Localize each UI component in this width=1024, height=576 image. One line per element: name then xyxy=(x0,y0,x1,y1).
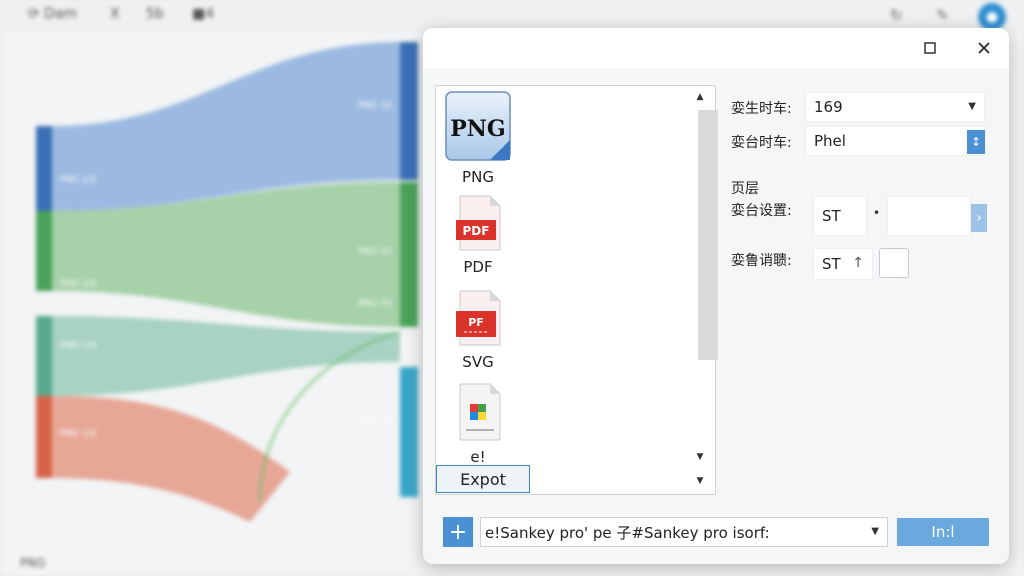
add-button[interactable]: + xyxy=(443,517,473,547)
separator-dot: • xyxy=(873,206,881,220)
pdf-file-icon: PDF xyxy=(456,195,501,251)
scrollbar-thumb[interactable] xyxy=(698,110,718,360)
chevron-down-icon: ▼ xyxy=(968,101,976,112)
format-item-svg[interactable]: PF SVG xyxy=(444,289,512,379)
sankey-label: PNG 33 xyxy=(358,417,391,427)
bg-toolbar-item[interactable]: 5b xyxy=(146,6,164,22)
sankey-node xyxy=(36,316,52,396)
chevron-right-icon[interactable]: › xyxy=(971,204,987,232)
setting-label: 娈台时车: xyxy=(731,135,792,151)
arrow-up-icon: ↑ xyxy=(852,255,864,271)
svg-file-icon: PF xyxy=(456,290,501,346)
bg-toolbar-item[interactable]: ■4 xyxy=(192,6,214,22)
setting-label: 娈生时车: xyxy=(731,101,792,117)
sankey-label: PNG 1/4 xyxy=(60,341,97,351)
dialog-titlebar xyxy=(423,28,1009,68)
setting-value: Phel xyxy=(814,132,846,150)
chevron-down-icon: ▼ xyxy=(871,526,879,537)
setting-value: ST xyxy=(822,207,841,225)
sankey-label: PNG 33 xyxy=(358,247,391,257)
spinner-icon[interactable]: ↕ xyxy=(967,130,985,154)
format-item-pdf[interactable]: PDF PDF xyxy=(444,194,512,284)
format-item-png[interactable]: PNG PNG xyxy=(444,90,512,186)
sankey-node xyxy=(36,211,52,291)
format-label: PDF xyxy=(463,258,493,276)
export-path-value: e!Sankey pro' pe 子#Sankey pro isorf: xyxy=(485,523,770,542)
bg-toolbar-item[interactable]: ⟳ Dam xyxy=(28,6,77,22)
svg-icon-text: PF xyxy=(468,316,484,329)
maximize-button[interactable] xyxy=(918,36,942,60)
sankey-node xyxy=(400,42,418,180)
setting-value: 169 xyxy=(814,98,843,116)
export-button[interactable]: Expot xyxy=(436,465,530,493)
scroll-down-icon[interactable]: ▼ xyxy=(692,476,708,490)
sankey-node xyxy=(400,367,418,497)
refresh-icon[interactable]: ↻ xyxy=(890,6,903,24)
pin-icon[interactable]: ✎ xyxy=(936,6,949,24)
sankey-label: PNG 1/2 xyxy=(60,429,96,439)
avatar[interactable]: ● xyxy=(978,3,1006,31)
format-list-scrollbar[interactable]: ▲ ▼ ▼ xyxy=(684,86,718,494)
bg-toolbar-item[interactable]: X xyxy=(110,6,120,22)
format-label: PNG xyxy=(462,168,494,186)
maximize-icon xyxy=(924,42,936,54)
sankey-label: PNG 33 xyxy=(358,101,391,111)
ok-button[interactable]: In:l xyxy=(897,518,989,546)
export-dialog: PNG PNG PDF PDF PF SVG e! Expot ▲ ▼ ▼ 娈生… xyxy=(423,28,1009,564)
sankey-label: PNG 33 xyxy=(358,299,391,309)
scroll-down-icon[interactable]: ▼ xyxy=(692,452,708,466)
png-file-icon: PNG xyxy=(445,91,511,161)
plus-icon: + xyxy=(448,519,468,545)
setting-value: ST xyxy=(822,255,841,273)
close-button[interactable] xyxy=(972,36,996,60)
setting-input[interactable] xyxy=(887,196,971,236)
sankey-label: PNG 1/2 xyxy=(60,175,96,185)
format-label: e! xyxy=(470,448,486,466)
format-label: SVG xyxy=(462,353,494,371)
setting-input[interactable]: ST xyxy=(813,196,867,236)
status-bar-text: PNG xyxy=(20,556,46,570)
setting-label: 娈台设置: xyxy=(731,203,792,219)
sankey-node xyxy=(36,126,52,211)
setting-input[interactable]: Phel xyxy=(805,126,985,156)
setting-checkbox[interactable] xyxy=(879,248,909,278)
png-icon-text: PNG xyxy=(450,116,505,142)
export-path-select[interactable]: e!Sankey pro' pe 子#Sankey pro isorf: ▼ xyxy=(480,517,888,547)
sankey-node xyxy=(400,182,418,327)
setting-input[interactable]: ST ↑ xyxy=(813,248,873,280)
setting-label: 娈鲁诮聩: xyxy=(731,253,792,269)
format-list[interactable]: PNG PNG PDF PDF PF SVG e! Expot ▲ ▼ ▼ xyxy=(435,85,718,495)
format-item-e[interactable]: e! xyxy=(444,382,512,468)
close-icon xyxy=(978,42,990,54)
image-file-icon xyxy=(459,383,501,441)
setting-select[interactable]: 169 ▼ xyxy=(805,92,985,122)
sankey-node xyxy=(36,396,52,478)
section-title: 页层 xyxy=(731,181,759,197)
pdf-icon-text: PDF xyxy=(463,224,490,238)
sankey-label: PNG 1/4 xyxy=(60,279,97,289)
sankey-flow xyxy=(52,396,290,522)
scroll-up-icon[interactable]: ▲ xyxy=(692,92,708,106)
